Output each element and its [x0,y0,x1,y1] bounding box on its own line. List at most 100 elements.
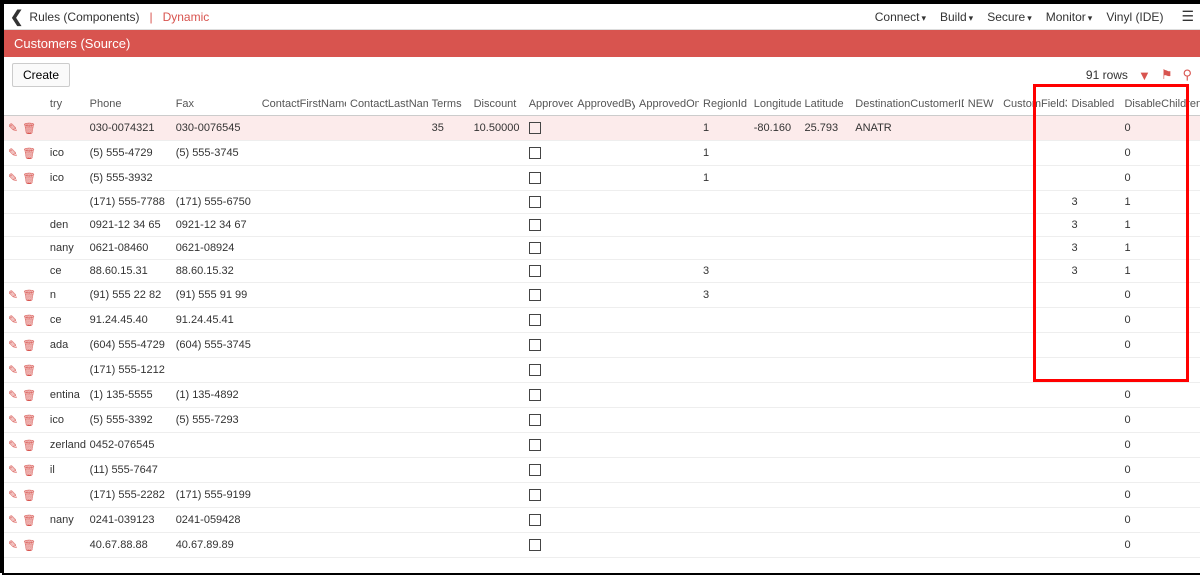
menu-monitor[interactable]: Monitor▾ [1046,10,1093,24]
approved-checkbox[interactable] [529,289,541,301]
table-row[interactable]: ada(604) 555-4729(604) 555-37450 [4,333,1200,358]
delete-icon[interactable] [22,513,36,527]
col-country[interactable]: try [46,93,86,116]
table-row[interactable]: entina(1) 135-5555(1) 135-48920 [4,383,1200,408]
search-icon[interactable]: ⚲ [1182,67,1192,83]
approved-checkbox[interactable] [529,389,541,401]
delete-icon[interactable] [22,121,36,135]
table-row[interactable]: ico(5) 555-393210 [4,166,1200,191]
col-approvedby[interactable]: ApprovedBy [573,93,635,116]
grid-scroll[interactable]: try Phone Fax ContactFirstName ContactLa… [4,93,1200,574]
delete-icon[interactable] [22,463,36,477]
delete-icon[interactable] [22,388,36,402]
table-row[interactable]: den0921-12 34 650921-12 34 6731 [4,214,1200,237]
delete-icon[interactable] [22,146,36,160]
col-discount[interactable]: Discount [470,93,525,116]
table-row[interactable]: 030-0074321030-00765453510.500001-80.160… [4,116,1200,141]
col-approvedon[interactable]: ApprovedOn [635,93,699,116]
approved-checkbox[interactable] [529,172,541,184]
cell-approvedby [573,141,635,166]
edit-icon[interactable] [8,438,18,452]
col-contactfirstname[interactable]: ContactFirstName [258,93,346,116]
col-phone[interactable]: Phone [86,93,172,116]
bookmark-icon[interactable]: ⚑ [1161,67,1173,83]
create-button[interactable]: Create [12,63,70,87]
table-row[interactable]: il(11) 555-76470 [4,458,1200,483]
hamburger-icon[interactable]: ☰ [1181,8,1194,25]
edit-icon[interactable] [8,121,18,135]
menu-build[interactable]: Build▾ [940,10,973,24]
col-approved[interactable]: Approved [525,93,574,116]
col-latitude[interactable]: Latitude [801,93,852,116]
edit-icon[interactable] [8,363,18,377]
delete-icon[interactable] [22,338,36,352]
edit-icon[interactable] [8,388,18,402]
table-row[interactable]: (171) 555-1212 [4,358,1200,383]
menu-secure[interactable]: Secure▾ [987,10,1032,24]
approved-checkbox[interactable] [529,464,541,476]
col-destinationcustomerid[interactable]: DestinationCustomerID [851,93,964,116]
approved-checkbox[interactable] [529,514,541,526]
approved-checkbox[interactable] [529,539,541,551]
approved-checkbox[interactable] [529,219,541,231]
approved-checkbox[interactable] [529,339,541,351]
col-regionid[interactable]: RegionId [699,93,750,116]
col-customfield3[interactable]: CustomField3 [999,93,1067,116]
edit-icon[interactable] [8,538,18,552]
col-disablechildren[interactable]: DisableChildren [1120,93,1200,116]
table-row[interactable]: ce91.24.45.4091.24.45.410 [4,308,1200,333]
table-row[interactable]: (171) 555-7788(171) 555-675031 [4,191,1200,214]
edit-icon[interactable] [8,488,18,502]
edit-icon[interactable] [8,513,18,527]
edit-icon[interactable] [8,288,18,302]
delete-icon[interactable] [22,363,36,377]
edit-icon[interactable] [8,146,18,160]
table-row[interactable]: nany0621-084600621-0892431 [4,237,1200,260]
table-row[interactable]: ico(5) 555-4729(5) 555-374510 [4,141,1200,166]
edit-icon[interactable] [8,413,18,427]
edit-icon[interactable] [8,313,18,327]
product-label[interactable]: Vinyl (IDE) [1106,10,1163,24]
back-chevron-icon[interactable]: ❮ [10,7,23,27]
delete-icon[interactable] [22,413,36,427]
row-actions [4,308,46,333]
col-new[interactable]: NEW [964,93,999,116]
col-disabled[interactable]: Disabled [1067,93,1120,116]
approved-checkbox[interactable] [529,489,541,501]
table-row[interactable]: zerland0452-0765450 [4,433,1200,458]
cell-disablechildren: 0 [1120,141,1200,166]
table-row[interactable]: n(91) 555 22 82(91) 555 91 9930 [4,283,1200,308]
breadcrumb-parent[interactable]: Rules (Components) [29,10,139,24]
table-row[interactable]: (171) 555-2282(171) 555-91990 [4,483,1200,508]
approved-checkbox[interactable] [529,414,541,426]
edit-icon[interactable] [8,463,18,477]
approved-checkbox[interactable] [529,364,541,376]
delete-icon[interactable] [22,438,36,452]
table-row[interactable]: ce88.60.15.3188.60.15.32331 [4,260,1200,283]
menu-connect[interactable]: Connect▾ [875,10,926,24]
edit-icon[interactable] [8,171,18,185]
col-longitude[interactable]: Longitude [750,93,801,116]
approved-checkbox[interactable] [529,242,541,254]
col-fax[interactable]: Fax [172,93,258,116]
delete-icon[interactable] [22,171,36,185]
delete-icon[interactable] [22,313,36,327]
filter-icon[interactable]: ▼ [1138,68,1151,83]
approved-checkbox[interactable] [529,196,541,208]
cell-approvedby [573,458,635,483]
breadcrumb-current: Dynamic [163,10,210,24]
approved-checkbox[interactable] [529,314,541,326]
col-terms[interactable]: Terms [428,93,470,116]
approved-checkbox[interactable] [529,265,541,277]
delete-icon[interactable] [22,488,36,502]
approved-checkbox[interactable] [529,122,541,134]
table-row[interactable]: ico(5) 555-3392(5) 555-72930 [4,408,1200,433]
delete-icon[interactable] [22,288,36,302]
table-row[interactable]: 40.67.88.8840.67.89.890 [4,533,1200,558]
approved-checkbox[interactable] [529,439,541,451]
delete-icon[interactable] [22,538,36,552]
col-contactlastname[interactable]: ContactLastName [346,93,428,116]
table-row[interactable]: nany0241-0391230241-0594280 [4,508,1200,533]
approved-checkbox[interactable] [529,147,541,159]
edit-icon[interactable] [8,338,18,352]
